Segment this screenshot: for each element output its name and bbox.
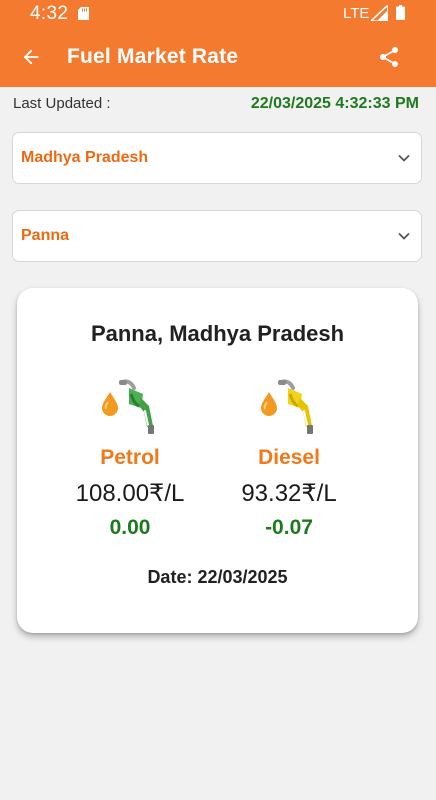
chevron-down-icon: [398, 154, 410, 162]
petrol-change: 0.00: [109, 516, 151, 539]
back-button[interactable]: [14, 40, 48, 74]
app-bar: 4:32 LTE Fuel Market Rate: [0, 0, 436, 87]
diesel-change: -0.07: [265, 516, 313, 539]
status-bar: 4:32 LTE: [0, 0, 436, 26]
diesel-section: Diesel 93.32₹/L -0.07: [199, 378, 379, 540]
state-dropdown[interactable]: Madhya Pradesh: [12, 132, 422, 184]
diesel-label: Diesel: [258, 446, 320, 469]
petrol-section: Petrol 108.00₹/L 0.00: [40, 378, 220, 540]
status-time: 4:32: [30, 3, 69, 24]
battery-icon: [396, 5, 405, 20]
petrol-label: Petrol: [100, 446, 160, 469]
petrol-price: 108.00₹/L: [75, 480, 185, 507]
city-dropdown-value: Panna: [21, 227, 70, 244]
share-icon: [380, 47, 398, 67]
petrol-pump-icon: [102, 379, 154, 434]
last-updated-label: Last Updated :: [13, 95, 111, 112]
chevron-down-icon: [398, 232, 410, 240]
signal-icon: [371, 5, 388, 21]
page-title: Fuel Market Rate: [67, 45, 239, 68]
state-dropdown-value: Madhya Pradesh: [21, 149, 149, 166]
fuel-rate-card: Panna, Madhya Pradesh Petrol 108.00₹/L 0…: [17, 288, 418, 633]
share-button[interactable]: [372, 40, 406, 74]
arrow-left-icon: [23, 49, 39, 65]
rate-date: Date: 22/03/2025: [147, 567, 288, 587]
location-title: Panna, Madhya Pradesh: [90, 321, 345, 346]
last-updated-value: 22/03/2025 4:32:33 PM: [250, 95, 419, 112]
network-type: LTE: [343, 5, 370, 22]
diesel-price: 93.32₹/L: [241, 480, 337, 507]
city-dropdown[interactable]: Panna: [12, 210, 422, 262]
sd-card-icon: [78, 7, 89, 20]
diesel-pump-icon: [261, 379, 313, 434]
